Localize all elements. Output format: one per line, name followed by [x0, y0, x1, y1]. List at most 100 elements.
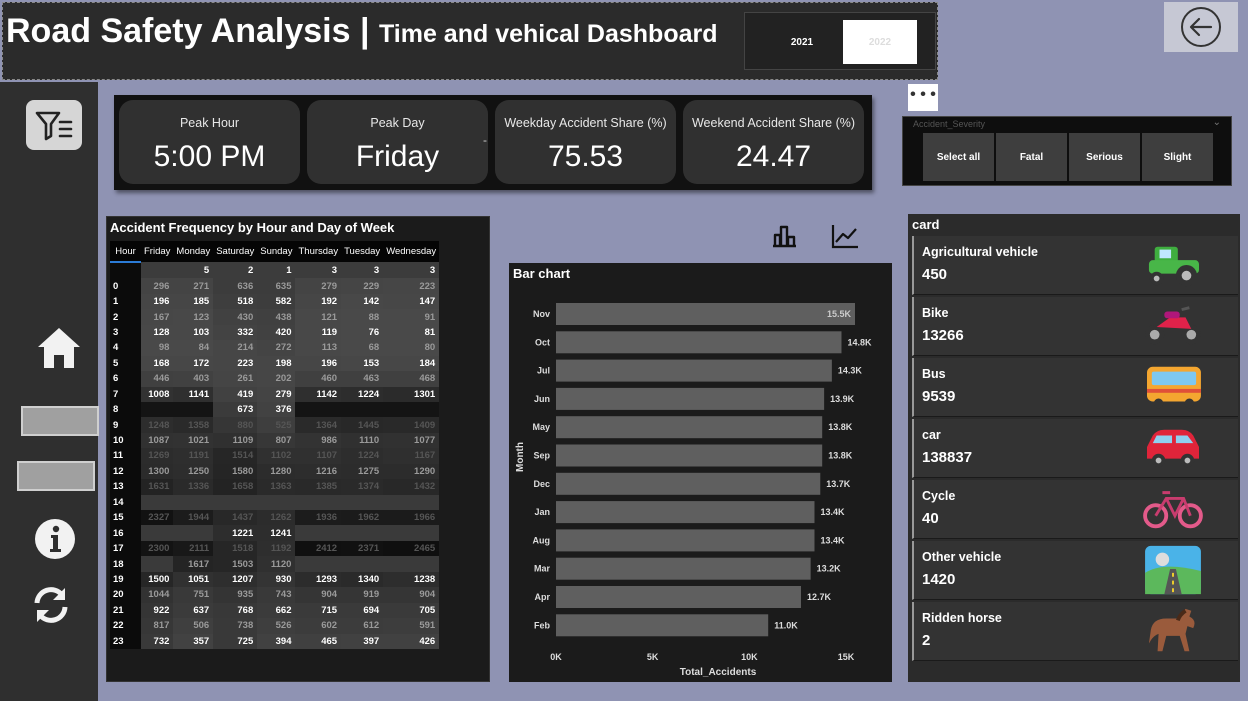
vehicle-card[interactable]: Bus 9539	[912, 358, 1238, 417]
hour-label: 3	[110, 324, 141, 341]
column-header[interactable]: Wednesday	[383, 241, 440, 262]
severity-fatal[interactable]: Fatal	[996, 133, 1067, 181]
line-chart-icon[interactable]	[830, 222, 860, 250]
heatmap-row: 10 1087 1021 1109 807 986 1110 1077	[110, 432, 440, 449]
severity-select-all[interactable]: Select all	[923, 133, 994, 181]
heatmap-row: 21 922 637 768 662 715 694 705	[110, 602, 440, 619]
hour-label	[110, 262, 141, 279]
data-label: 13.2K	[817, 564, 842, 574]
heatmap-cell: 1936	[295, 510, 342, 526]
kpi-value: 75.53	[547, 140, 624, 173]
filter-panel-button[interactable]	[26, 100, 82, 150]
column-header[interactable]: Hour	[110, 241, 141, 263]
kpi-peak-hour: Peak Hour 5:00 PM	[119, 100, 300, 184]
heatmap-cell	[295, 494, 342, 510]
bar[interactable]	[556, 501, 815, 524]
bar[interactable]	[556, 387, 825, 410]
bar[interactable]	[556, 586, 801, 608]
home-icon[interactable]	[36, 326, 82, 370]
y-tick-label: Jan	[534, 507, 550, 517]
heatmap-row: 6 446 403 261 202 460 463 468	[110, 371, 440, 387]
bar[interactable]	[556, 529, 815, 552]
heatmap-cell: 261	[213, 371, 258, 387]
bar[interactable]	[556, 416, 823, 439]
more-options-button[interactable]: • • •	[908, 84, 938, 111]
data-label: 11.0K	[774, 620, 798, 630]
tractor-icon	[1148, 246, 1199, 287]
info-icon[interactable]	[34, 518, 76, 560]
heatmap-cell: 196	[141, 293, 174, 310]
vehicle-card[interactable]: Ridden horse 2	[912, 602, 1238, 661]
column-header[interactable]: Monday	[173, 241, 214, 262]
chevron-down-icon[interactable]: ⌄	[1213, 117, 1221, 128]
heatmap-cell: 1409	[383, 417, 440, 433]
heatmap-cell: 168	[141, 355, 174, 372]
heatmap-cell: 465	[295, 633, 342, 649]
severity-serious[interactable]: Serious	[1069, 133, 1140, 181]
heatmap-cell: 192	[295, 293, 342, 310]
heatmap-cell: 732	[141, 633, 174, 649]
heatmap-cell: 768	[213, 602, 258, 619]
bar[interactable]	[556, 331, 842, 354]
kpi-label: Weekend Accident Share (%)	[691, 116, 856, 130]
heatmap-cell: 922	[141, 602, 174, 619]
bar[interactable]	[556, 472, 821, 495]
card-label: Agricultural vehicle	[922, 245, 1039, 259]
heatmap-row: 22 817 506 738 526 602 612 591	[110, 618, 440, 634]
back-button[interactable]	[1164, 2, 1238, 52]
bus-icon	[1147, 366, 1201, 409]
heatmap-cell: 1300	[141, 463, 174, 480]
year-2022-button[interactable]: 2022	[843, 20, 917, 64]
bar-chart-icon[interactable]	[770, 222, 800, 250]
heatmap-cell: 167	[141, 309, 174, 325]
heatmap-cell: 185	[173, 293, 214, 310]
card-label: Ridden horse	[922, 611, 1002, 625]
bar[interactable]	[556, 303, 855, 325]
bar[interactable]	[556, 614, 769, 637]
heatmap-cell: 637	[173, 602, 214, 619]
kpi-separator: -	[483, 133, 487, 147]
kpi-value: 5:00 PM	[153, 140, 266, 173]
hour-label: 10	[110, 432, 141, 449]
heatmap-cell: 229	[341, 278, 384, 294]
column-header[interactable]: Sunday	[257, 241, 296, 262]
vehicle-card[interactable]: Other vehicle 1420	[912, 541, 1238, 600]
heatmap-cell: 1044	[141, 587, 174, 603]
heatmap-cell: 1518	[213, 540, 258, 557]
heatmap-cell: 214	[213, 340, 258, 356]
year-slicer: 2021 2022	[744, 12, 936, 70]
heatmap-cell: 271	[173, 278, 214, 294]
vehicle-card[interactable]: Agricultural vehicle 450	[912, 236, 1238, 295]
year-2021-button[interactable]: 2021	[765, 20, 839, 64]
heatmap-cell: 3	[295, 262, 342, 279]
bar[interactable]	[556, 359, 832, 382]
column-header[interactable]: Friday	[141, 241, 174, 262]
heatmap-row: 11 1269 1191 1514 1102 1107 1224 1167	[110, 448, 440, 464]
heatmap-cell: 202	[257, 371, 296, 387]
heatmap-cell	[213, 494, 258, 510]
vehicle-card[interactable]: Bike 13266	[912, 297, 1238, 356]
bar-chart-panel: Bar chart Nov 15.5K Oct 14.8K Jul 14.3K Jun 13.…	[509, 263, 892, 682]
heatmap-cell: 76	[341, 324, 384, 341]
column-header[interactable]: Tuesday	[341, 241, 384, 262]
heatmap-cell: 602	[295, 618, 342, 634]
heatmap-cell: 460	[295, 371, 342, 387]
nav-button-1[interactable]	[21, 406, 99, 436]
card-label: Bus	[922, 367, 946, 381]
vehicle-card[interactable]: car 138837	[912, 419, 1238, 478]
severity-slight[interactable]: Slight	[1142, 133, 1213, 181]
refresh-icon[interactable]	[31, 586, 71, 624]
heatmap-row: 12 1300 1250 1580 1280 1216 1275 1290	[110, 463, 440, 480]
hour-label: 22	[110, 618, 141, 634]
nav-button-2[interactable]	[17, 461, 95, 491]
vehicle-card[interactable]: Cycle 40	[912, 480, 1238, 539]
heatmap-cell: 2412	[295, 540, 342, 557]
bar[interactable]	[556, 444, 823, 467]
column-header[interactable]: Thursday	[295, 241, 342, 262]
heatmap-cell: 1216	[295, 463, 342, 480]
bicycle-icon	[1143, 491, 1203, 529]
column-header[interactable]: Saturday	[213, 241, 258, 262]
heatmap-cell	[341, 525, 384, 541]
bar[interactable]	[556, 557, 811, 580]
heatmap-row: 1 196 185 518 582 192 142 147	[110, 293, 440, 310]
